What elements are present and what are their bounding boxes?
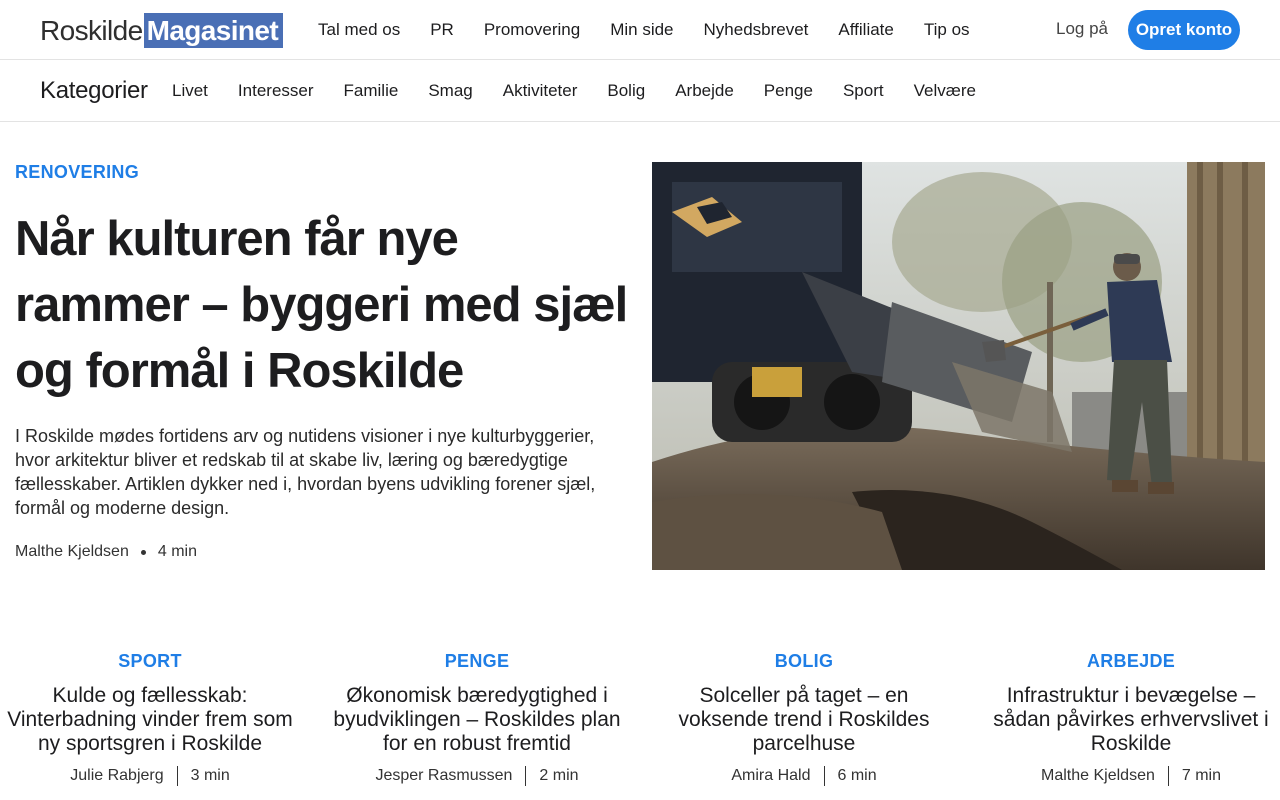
category-item-bolig[interactable]: Bolig [607, 81, 645, 101]
category-item-familie[interactable]: Familie [344, 81, 399, 101]
category-item-penge[interactable]: Penge [764, 81, 813, 101]
hero-description: I Roskilde mødes fortidens arv og nutide… [15, 426, 596, 518]
top-nav-item-pr[interactable]: PR [430, 20, 454, 40]
card-category-label[interactable]: ARBEJDE [981, 650, 1280, 672]
card-title[interactable]: Solceller på taget – en voksende trend i… [654, 684, 954, 756]
site-logo[interactable]: Roskilde Magasinet [40, 13, 284, 48]
category-item-interesser[interactable]: Interesser [238, 81, 314, 101]
top-nav-item-min-side[interactable]: Min side [610, 20, 673, 40]
construction-photo-illustration [652, 162, 1265, 570]
category-item-aktiviteter[interactable]: Aktiviteter [503, 81, 578, 101]
card-category-label[interactable]: BOLIG [654, 650, 954, 672]
article-card[interactable]: BOLIG Solceller på taget – en voksende t… [654, 650, 954, 786]
card-category-label[interactable]: PENGE [327, 650, 627, 672]
top-nav-item-affiliate[interactable]: Affiliate [838, 20, 893, 40]
article-card[interactable]: SPORT Kulde og fællesskab: Vinterbadning… [0, 650, 300, 786]
category-item-arbejde[interactable]: Arbejde [675, 81, 734, 101]
logo-text-box: Magasinet [143, 13, 284, 48]
category-item-livet[interactable]: Livet [172, 81, 208, 101]
top-nav: Tal med os PR Promovering Min side Nyhed… [318, 0, 1000, 60]
category-bar: Kategorier Livet Interesser Familie Smag… [0, 61, 1280, 122]
top-nav-item-promovering[interactable]: Promovering [484, 20, 580, 40]
logo-text-plain: Roskilde [40, 14, 143, 46]
top-nav-item-tip-os[interactable]: Tip os [924, 20, 970, 40]
card-meta: Malthe Kjeldsen 7 min [981, 766, 1280, 786]
hero-image[interactable] [652, 162, 1265, 570]
meta-separator [176, 766, 178, 786]
top-nav-item-tal-med-os[interactable]: Tal med os [318, 20, 400, 40]
category-item-smag[interactable]: Smag [428, 81, 472, 101]
card-read-time: 7 min [1181, 767, 1221, 784]
meta-separator [823, 766, 825, 786]
meta-dot-separator [140, 549, 146, 555]
card-meta: Jesper Rasmussen 2 min [327, 766, 627, 786]
card-read-time: 2 min [539, 767, 579, 784]
hero-author[interactable]: Malthe Kjeldsen [15, 543, 129, 561]
card-category-label[interactable]: SPORT [0, 650, 300, 672]
card-title[interactable]: Økonomisk bæredygtighed i byudviklingen … [327, 684, 627, 756]
meta-separator [1167, 766, 1169, 786]
top-header: Roskilde Magasinet Tal med os PR Promove… [0, 0, 1280, 60]
category-nav: Livet Interesser Familie Smag Aktivitete… [172, 61, 1006, 121]
card-read-time: 6 min [837, 767, 877, 784]
article-card[interactable]: ARBEJDE Infrastruktur i bevægelse – såda… [981, 650, 1280, 786]
card-author[interactable]: Jesper Rasmussen [375, 767, 512, 785]
card-read-time: 3 min [190, 767, 230, 784]
meta-separator [525, 766, 527, 786]
card-meta: Amira Hald 6 min [654, 766, 954, 786]
card-title[interactable]: Infrastruktur i bevægelse – sådan påvirk… [981, 684, 1280, 756]
category-item-velvaere[interactable]: Velvære [914, 81, 976, 101]
card-author[interactable]: Julie Rabjerg [70, 767, 163, 785]
login-link[interactable]: Log på [1056, 19, 1108, 39]
card-meta: Julie Rabjerg 3 min [0, 766, 300, 786]
hero-category-label[interactable]: RENOVERING [15, 162, 139, 183]
top-nav-item-nyhedsbrevet[interactable]: Nyhedsbrevet [704, 20, 809, 40]
categories-title: Kategorier [40, 77, 148, 104]
hero-read-time: 4 min [157, 543, 197, 560]
card-author[interactable]: Amira Hald [731, 767, 810, 785]
signup-button[interactable]: Opret konto [1128, 10, 1240, 50]
hero-title[interactable]: Når kulturen får nye rammer – byggeri me… [15, 206, 635, 404]
card-title[interactable]: Kulde og fællesskab: Vinterbadning vinde… [0, 684, 300, 756]
card-author[interactable]: Malthe Kjeldsen [1041, 767, 1155, 785]
hero-meta: Malthe Kjeldsen 4 min [15, 543, 197, 561]
article-card[interactable]: PENGE Økonomisk bæredygtighed i byudvikl… [327, 650, 627, 786]
category-item-sport[interactable]: Sport [843, 81, 884, 101]
